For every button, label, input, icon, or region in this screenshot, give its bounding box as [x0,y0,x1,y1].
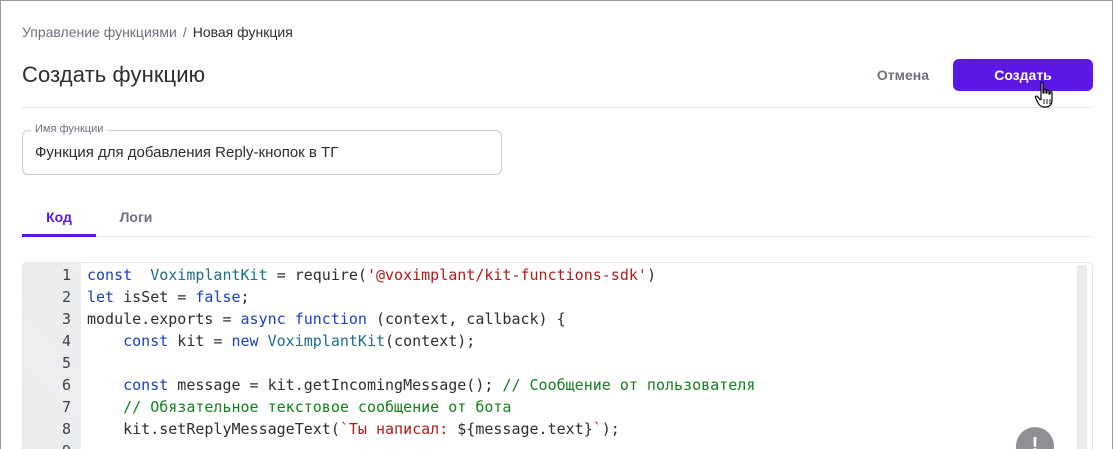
line-code: module.exports = async function (context… [87,308,566,330]
cancel-button[interactable]: Отмена [867,59,939,91]
code-line[interactable]: 6 const message = kit.getIncomingMessage… [23,374,1063,396]
token-str: ` [592,420,602,438]
token-cls: VoximplantKit [150,266,268,284]
token-plain: ; [240,288,250,306]
token-kw: false [195,288,241,306]
line-code: const message = kit.getIncomingMessage()… [87,374,755,396]
page-title: Создать функцию [22,62,206,87]
code-line[interactable]: 8 kit.setReplyMessageText(`Ты написал: $… [23,418,1063,440]
token-cls: VoximplantKit [267,332,386,350]
code-editor[interactable]: 1 const VoximplantKit = require('@voximpl… [22,262,1093,449]
breadcrumb: Управление функциями / Новая функция [22,24,293,40]
code-line[interactable]: 1 const VoximplantKit = require('@voximpl… [23,264,1063,286]
token-plain: ${message.text} [457,420,593,438]
editor-tabs: Код Логи [22,205,1093,237]
breadcrumb-current: Новая функция [192,24,293,40]
line-number: 5 [61,354,71,372]
header-divider [22,107,1093,108]
token-cmt: // Сообщение от пользователя [502,376,756,394]
line-number: 1 [61,266,71,284]
breadcrumb-link-functions[interactable]: Управление функциями [22,24,177,40]
line-number: 7 [61,398,71,416]
create-button[interactable]: Создать [953,59,1093,91]
token-plain: message = kit.getIncomingMessage(); [168,376,503,394]
code-line[interactable]: 7 // Обязательное текстовое сообщение от… [23,396,1063,418]
line-number: 2 [61,288,71,306]
token-kw: const [87,266,133,284]
function-name-label: Имя функции [31,123,108,135]
token-cmt: // Обязательное текстовое сообщение от б… [123,398,512,416]
token-str: `Ты написал: [339,420,458,438]
app-frame: Управление функциями / Новая функция Соз… [0,0,1113,449]
code-line[interactable]: 5 [23,352,1063,374]
line-code: const VoximplantKit = require('@voximpla… [87,264,656,286]
line-code: const kit = new VoximplantKit(context); [87,330,475,352]
line-number: 4 [61,332,71,350]
token-kw: async [240,310,286,328]
token-plain: isSet = [114,288,196,306]
token-plain: ) [646,266,656,284]
function-name-input[interactable] [35,144,485,161]
code-line[interactable]: 9 [23,440,1063,449]
code-line[interactable]: 4 const kit = new VoximplantKit(context)… [23,330,1063,352]
token-plain: ); [601,420,620,438]
token-kw: const [123,332,169,350]
line-number: 9 [23,440,71,449]
tab-code[interactable]: Код [22,205,96,237]
token-plain: kit = [168,332,232,350]
code-line[interactable]: 3 module.exports = async function (contex… [23,308,1063,330]
line-code: let isSet = false; [87,286,250,308]
token-kw: const [123,376,169,394]
tab-logs[interactable]: Логи [96,205,176,236]
line-code: kit.setReplyMessageText(`Ты написал: ${m… [87,418,620,440]
token-plain: = require( [267,266,367,284]
token-kw: new [231,332,259,350]
token-plain: module.exports = [87,310,241,328]
token-plain: (context, callback) { [366,310,566,328]
code-line[interactable]: 2 let isSet = false; [23,286,1063,308]
token-str: '@voximplant/kit-functions-sdk' [366,266,647,284]
token-kw: let [87,288,115,306]
token-plain: kit.setReplyMessageText( [87,420,340,438]
line-number: 8 [61,420,71,438]
token-plain: (context); [385,332,476,350]
editor-scrollbar[interactable] [1077,265,1087,449]
function-name-field[interactable]: Имя функции [22,123,502,175]
line-number: 3 [61,310,71,328]
line-number: 6 [61,376,71,394]
line-code: // Обязательное текстовое сообщение от б… [87,396,511,418]
token-kw: function [294,310,367,328]
breadcrumb-separator: / [182,24,187,40]
